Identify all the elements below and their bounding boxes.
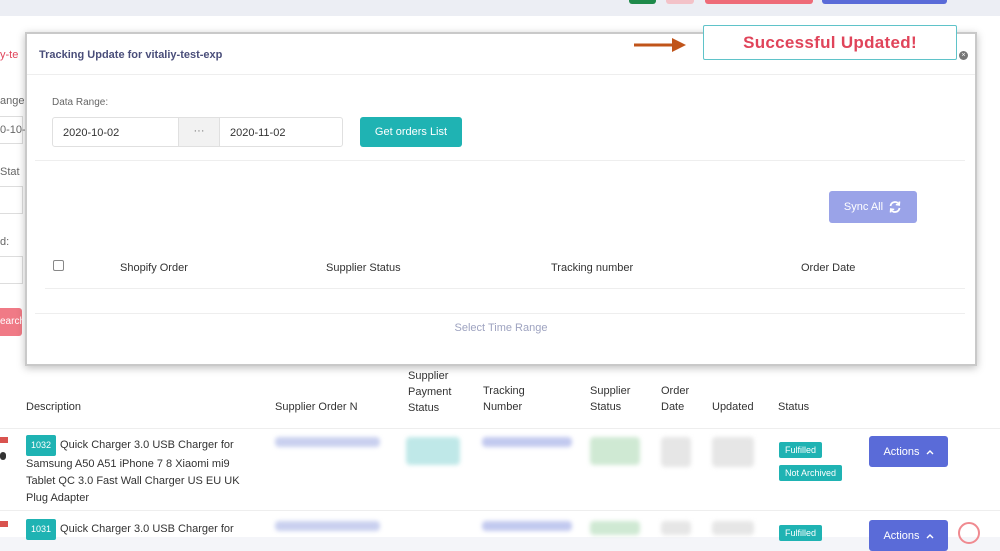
fulfilled-badge: Fulfilled — [779, 442, 823, 458]
top-bar-button-pink[interactable] — [666, 0, 694, 4]
updated-value — [712, 521, 754, 535]
top-bar-button-red[interactable] — [705, 0, 813, 4]
col-tracking-number: Tracking Number — [483, 385, 525, 413]
col-supplier-order-no: Supplier Order N — [275, 401, 358, 413]
get-orders-list-label: Get orders List — [374, 126, 448, 138]
select-all-checkbox[interactable] — [53, 260, 64, 271]
row-divider — [0, 510, 1000, 511]
updated-value — [712, 437, 754, 467]
divider — [45, 288, 965, 289]
success-toast-text: Successful Updated! — [743, 32, 917, 52]
actions-button-label: Actions — [883, 445, 920, 458]
chevron-up-icon — [926, 449, 934, 454]
fulfilled-badge: Fulfilled — [779, 525, 823, 541]
product-thumb — [0, 452, 6, 460]
arrow-right-icon — [634, 38, 686, 52]
col-shopify-order: Shopify Order — [120, 262, 188, 274]
supplier-status-value — [590, 521, 640, 535]
col-description: Description — [26, 401, 82, 413]
order-date-value — [661, 437, 691, 467]
help-icon[interactable] — [958, 522, 980, 544]
date-to-input[interactable]: 2020-11-02 — [219, 117, 343, 147]
flag-icon — [0, 437, 8, 443]
select-time-range-hint: Select Time Range — [454, 322, 548, 334]
range-label-fragment: ange — [0, 95, 25, 107]
col-updated: Updated — [712, 401, 754, 413]
col-supplier-status: Supplier Status — [326, 262, 401, 274]
sync-all-label: Sync All — [843, 201, 884, 213]
search-button-label: earch — [0, 316, 26, 327]
tracking-number-value — [482, 521, 572, 531]
date-range-separator: ··· — [179, 117, 219, 147]
not-archived-badge: Not Archived — [779, 465, 843, 481]
top-bar-button-blue[interactable] — [822, 0, 947, 4]
orders-table-header: Description Supplier Order N Supplier Pa… — [0, 368, 1000, 428]
supplier-order-no-value — [275, 437, 380, 447]
order-description: 1032 Quick Charger 3.0 USB Charger for Sa… — [26, 435, 256, 507]
field-input-fragment[interactable] — [0, 256, 23, 284]
status-label-fragment: Stat — [0, 166, 20, 178]
col-supplier-payment-status: Supplier Payment Status — [408, 370, 452, 414]
top-bar-button-green[interactable] — [629, 0, 656, 4]
modal-title: Tracking Update for vitaliy-test-exp — [39, 49, 223, 61]
col-status: Status — [778, 401, 810, 413]
order-description-text: Quick Charger 3.0 USB Charger for — [60, 523, 234, 535]
order-description-text: Quick Charger 3.0 USB Charger for Samsun… — [26, 439, 240, 504]
actions-button[interactable]: Actions — [869, 436, 948, 467]
field-label-fragment: d: — [0, 236, 10, 248]
col-order-date: Order Date — [801, 262, 856, 274]
get-orders-list-button[interactable]: Get orders List — [360, 117, 462, 147]
date-range-label: Data Range: — [52, 97, 109, 108]
sync-all-button[interactable]: Sync All — [829, 191, 917, 223]
chevron-up-icon — [926, 533, 934, 538]
close-icon[interactable]: × — [959, 51, 968, 60]
order-date-value — [661, 521, 691, 535]
refresh-icon — [889, 201, 901, 213]
success-toast: Successful Updated! — [703, 25, 957, 60]
row-divider — [0, 428, 1000, 429]
supplier-status-value — [590, 437, 640, 465]
actions-button-label: Actions — [883, 529, 920, 542]
actions-button[interactable]: Actions — [869, 520, 948, 551]
flag-icon — [0, 521, 8, 527]
col-supplier-status: Supplier Status — [590, 385, 631, 413]
top-bar — [0, 0, 1000, 16]
status-input-fragment[interactable] — [0, 186, 23, 214]
store-name-fragment: y-te — [0, 49, 19, 61]
search-button-fragment[interactable]: earch — [0, 308, 26, 336]
col-order-date: Order Date — [661, 385, 690, 413]
tracking-number-value — [482, 437, 572, 447]
order-id-badge[interactable]: 1032 — [26, 435, 57, 456]
col-tracking-number: Tracking number — [551, 262, 634, 274]
divider — [35, 160, 965, 161]
tracking-update-modal: Tracking Update for vitaliy-test-exp × D… — [25, 32, 977, 366]
divider — [35, 313, 965, 314]
supplier-order-no-value — [275, 521, 380, 531]
payment-status-value — [406, 437, 460, 465]
date-from-input[interactable]: 2020-10-02 — [52, 117, 179, 147]
